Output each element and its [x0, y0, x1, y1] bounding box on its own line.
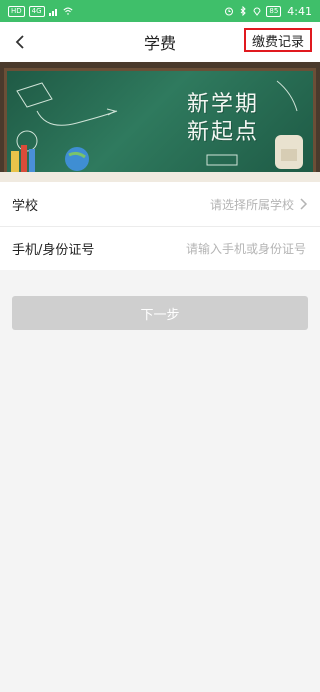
page-title: 学费	[143, 34, 176, 53]
tuition-form: 学校 请选择所属学校 手机/身份证号	[0, 182, 320, 270]
id-label: 手机/身份证号	[12, 243, 95, 258]
status-left: HD 4G	[8, 5, 73, 17]
banner-line-1: 新学期	[186, 92, 259, 117]
alarm-icon	[225, 7, 234, 16]
id-row: 手机/身份证号	[0, 226, 320, 270]
banner-shelf	[0, 172, 320, 182]
battery-icon: 85	[266, 5, 282, 17]
back-button[interactable]	[6, 28, 34, 56]
network-badge: 4G	[28, 5, 45, 17]
school-row[interactable]: 学校 请选择所属学校	[0, 182, 320, 226]
chalkboard-image: 新学期 新起点	[4, 68, 316, 176]
location-icon	[253, 7, 261, 16]
backpack-illustration	[275, 135, 303, 169]
hd-badge: HD	[8, 5, 25, 17]
bluetooth-icon	[241, 6, 247, 16]
signal-icon	[48, 9, 57, 16]
status-right: 85 4:41	[224, 5, 312, 18]
chevron-right-icon	[300, 198, 308, 210]
id-input[interactable]	[134, 240, 308, 257]
school-placeholder: 请选择所属学校	[209, 197, 294, 212]
banner: 新学期 新起点	[0, 62, 320, 182]
chevron-left-icon	[15, 35, 24, 49]
clock: 4:41	[287, 4, 312, 18]
school-label: 学校	[12, 198, 39, 214]
banner-slogan: 新学期 新起点	[187, 91, 259, 147]
payment-records-button[interactable]: 缴费记录	[243, 28, 312, 52]
banner-line-2: 新起点	[186, 120, 259, 145]
status-bar: HD 4G 85 4:41	[0, 0, 320, 22]
school-selector[interactable]: 请选择所属学校	[210, 196, 308, 213]
next-step-button[interactable]: 下一步	[12, 296, 308, 330]
nav-bar: 学费 缴费记录	[0, 22, 320, 62]
school-supplies-illustration	[11, 145, 89, 173]
wifi-icon	[62, 7, 73, 15]
